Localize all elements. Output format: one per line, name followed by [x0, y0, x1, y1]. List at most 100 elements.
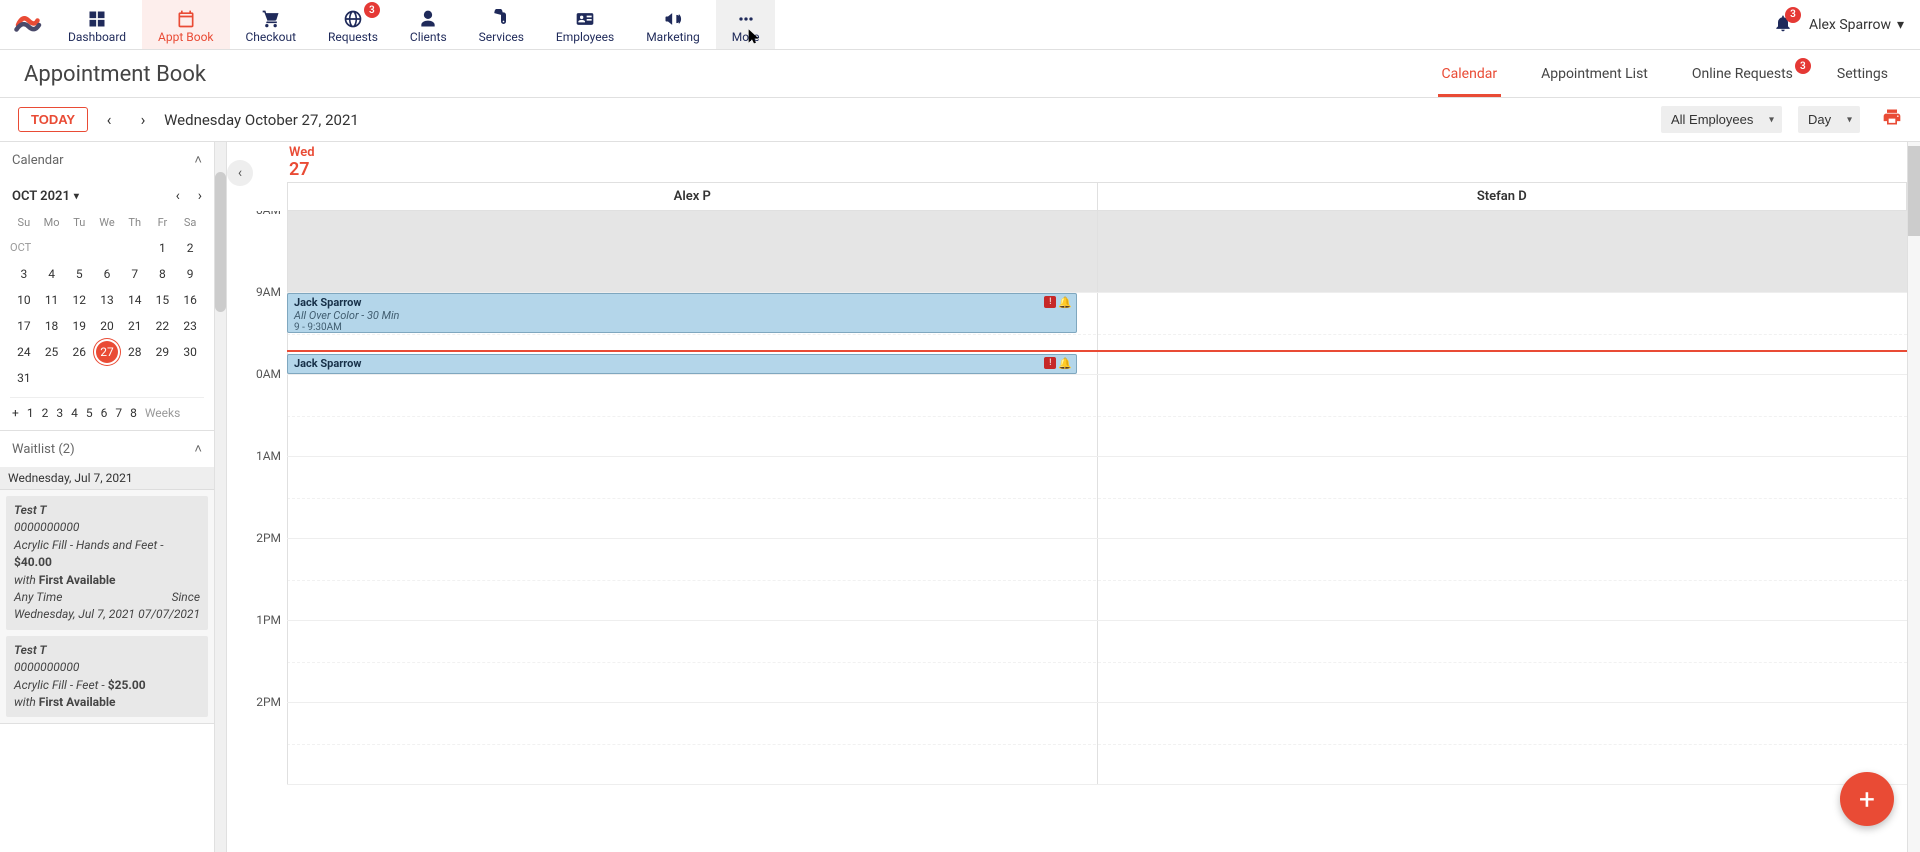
- nav-employees[interactable]: Employees: [540, 0, 630, 49]
- appointment-block[interactable]: Jack SparrowAll Over Color - 30 Min9 - 9…: [287, 293, 1077, 333]
- minical-day[interactable]: 16: [176, 289, 204, 311]
- view-filter[interactable]: Day: [1798, 106, 1860, 133]
- add-appointment-fab[interactable]: +: [1840, 772, 1894, 826]
- sidebar-scrollbar[interactable]: [215, 142, 227, 852]
- time-slot[interactable]: [1097, 211, 1907, 292]
- nav-checkout[interactable]: Checkout: [230, 0, 313, 49]
- minical-day[interactable]: 13: [93, 289, 121, 311]
- notifications-bell[interactable]: 3: [1773, 13, 1793, 37]
- minical-day[interactable]: 8: [149, 263, 177, 285]
- minical-day[interactable]: 20: [93, 315, 121, 337]
- prev-day-button[interactable]: ‹: [96, 107, 122, 133]
- nav-marketing[interactable]: Marketing: [630, 0, 716, 49]
- minical-day[interactable]: 5: [65, 263, 93, 285]
- hour-row[interactable]: 10AM: [287, 375, 1907, 457]
- minical-day[interactable]: 15: [149, 289, 177, 311]
- mini-calendar-header[interactable]: Calendar ˄: [0, 142, 214, 178]
- time-slot[interactable]: [1097, 703, 1907, 784]
- time-slot[interactable]: [1097, 539, 1907, 620]
- user-menu[interactable]: Alex Sparrow ▾: [1809, 17, 1904, 33]
- nav-services[interactable]: Services: [463, 0, 540, 49]
- employee-filter[interactable]: All Employees: [1661, 106, 1782, 133]
- time-slot[interactable]: [287, 621, 1097, 702]
- minical-day[interactable]: 6: [93, 263, 121, 285]
- tab-calendar[interactable]: Calendar: [1438, 66, 1502, 97]
- today-button[interactable]: TODAY: [18, 107, 88, 132]
- time-slot[interactable]: [287, 539, 1097, 620]
- week-num[interactable]: 6: [101, 406, 108, 420]
- time-slot[interactable]: [287, 375, 1097, 456]
- nav-more[interactable]: More: [716, 0, 776, 49]
- week-num[interactable]: 7: [115, 406, 122, 420]
- tab-online-requests[interactable]: Online Requests3: [1688, 66, 1797, 97]
- time-slot[interactable]: [1097, 621, 1907, 702]
- collapse-sidebar-button[interactable]: ‹: [227, 160, 253, 186]
- hour-row[interactable]: 2PM: [287, 703, 1907, 785]
- mini-prev-month[interactable]: ‹: [176, 188, 180, 204]
- calendar-column-header[interactable]: Alex P: [287, 183, 1097, 210]
- hour-row[interactable]: 8AM: [287, 211, 1907, 293]
- minical-day[interactable]: 19: [65, 315, 93, 337]
- time-slot[interactable]: [1097, 457, 1907, 538]
- week-num[interactable]: +: [12, 406, 19, 420]
- minical-day[interactable]: 25: [38, 341, 66, 363]
- hour-row[interactable]: 12PM: [287, 539, 1907, 621]
- minical-day[interactable]: 11: [38, 289, 66, 311]
- minical-day[interactable]: 21: [121, 315, 149, 337]
- minical-day[interactable]: 18: [38, 315, 66, 337]
- mini-calendar-month[interactable]: OCT 2021▾: [12, 189, 79, 204]
- hour-row[interactable]: 11AM: [287, 457, 1907, 539]
- minical-day[interactable]: 26: [65, 341, 93, 363]
- minical-day[interactable]: 10: [10, 289, 38, 311]
- time-slot[interactable]: [1097, 293, 1907, 374]
- waitlist-header[interactable]: Waitlist (2) ˄: [0, 431, 214, 467]
- time-slot[interactable]: [287, 457, 1097, 538]
- print-button[interactable]: [1882, 107, 1902, 132]
- tab-appointment-list[interactable]: Appointment List: [1537, 66, 1652, 97]
- minical-day[interactable]: 29: [149, 341, 177, 363]
- hour-row[interactable]: 1PM: [287, 621, 1907, 703]
- nav-dashboard[interactable]: Dashboard: [52, 0, 142, 49]
- minical-day[interactable]: 17: [10, 315, 38, 337]
- week-num[interactable]: 2: [42, 406, 49, 420]
- minical-day[interactable]: 1: [149, 237, 177, 259]
- minical-day[interactable]: 22: [149, 315, 177, 337]
- next-day-button[interactable]: ›: [130, 107, 156, 133]
- nav-clients[interactable]: Clients: [394, 0, 463, 49]
- employee-select[interactable]: All Employees: [1661, 106, 1782, 133]
- minical-day[interactable]: 3: [10, 263, 38, 285]
- minical-day[interactable]: 31: [10, 367, 38, 389]
- week-num[interactable]: 5: [86, 406, 93, 420]
- minical-day[interactable]: 12: [65, 289, 93, 311]
- week-num[interactable]: 3: [56, 406, 63, 420]
- brand-logo[interactable]: [6, 0, 52, 49]
- minical-day[interactable]: 27: [96, 341, 118, 363]
- view-select[interactable]: Day: [1798, 106, 1860, 133]
- time-slot[interactable]: [287, 703, 1097, 784]
- nav-appt-book[interactable]: Appt Book: [142, 0, 229, 49]
- waitlist-card[interactable]: Test T0000000000Acrylic Fill - Hands and…: [6, 496, 208, 630]
- minical-day[interactable]: 2: [176, 237, 204, 259]
- waitlist-card[interactable]: Test T0000000000Acrylic Fill - Feet - $2…: [6, 636, 208, 718]
- minical-day[interactable]: 23: [176, 315, 204, 337]
- weeks-selector[interactable]: +12345678Weeks: [10, 397, 204, 420]
- calendar-grid-scroll[interactable]: 8AM9AM10AM11AM12PM1PM2PMJack SparrowAll …: [255, 211, 1907, 852]
- minical-day[interactable]: 9: [176, 263, 204, 285]
- time-slot[interactable]: [287, 211, 1097, 292]
- appointment-block[interactable]: Jack Sparrow!🔔: [287, 354, 1077, 374]
- tab-settings[interactable]: Settings: [1833, 66, 1892, 97]
- nav-requests[interactable]: Requests3: [312, 0, 394, 49]
- week-num[interactable]: 1: [27, 406, 34, 420]
- minical-day[interactable]: 14: [121, 289, 149, 311]
- time-slot[interactable]: [1097, 375, 1907, 456]
- week-num[interactable]: 8: [130, 406, 137, 420]
- minical-day[interactable]: 4: [38, 263, 66, 285]
- minical-day[interactable]: 30: [176, 341, 204, 363]
- minical-day[interactable]: 24: [10, 341, 38, 363]
- mini-next-month[interactable]: ›: [198, 188, 202, 204]
- calendar-scrollbar[interactable]: [1907, 142, 1920, 852]
- calendar-column-header[interactable]: Stefan D: [1097, 183, 1907, 210]
- week-num[interactable]: 4: [71, 406, 78, 420]
- minical-day[interactable]: 28: [121, 341, 149, 363]
- minical-day[interactable]: 7: [121, 263, 149, 285]
